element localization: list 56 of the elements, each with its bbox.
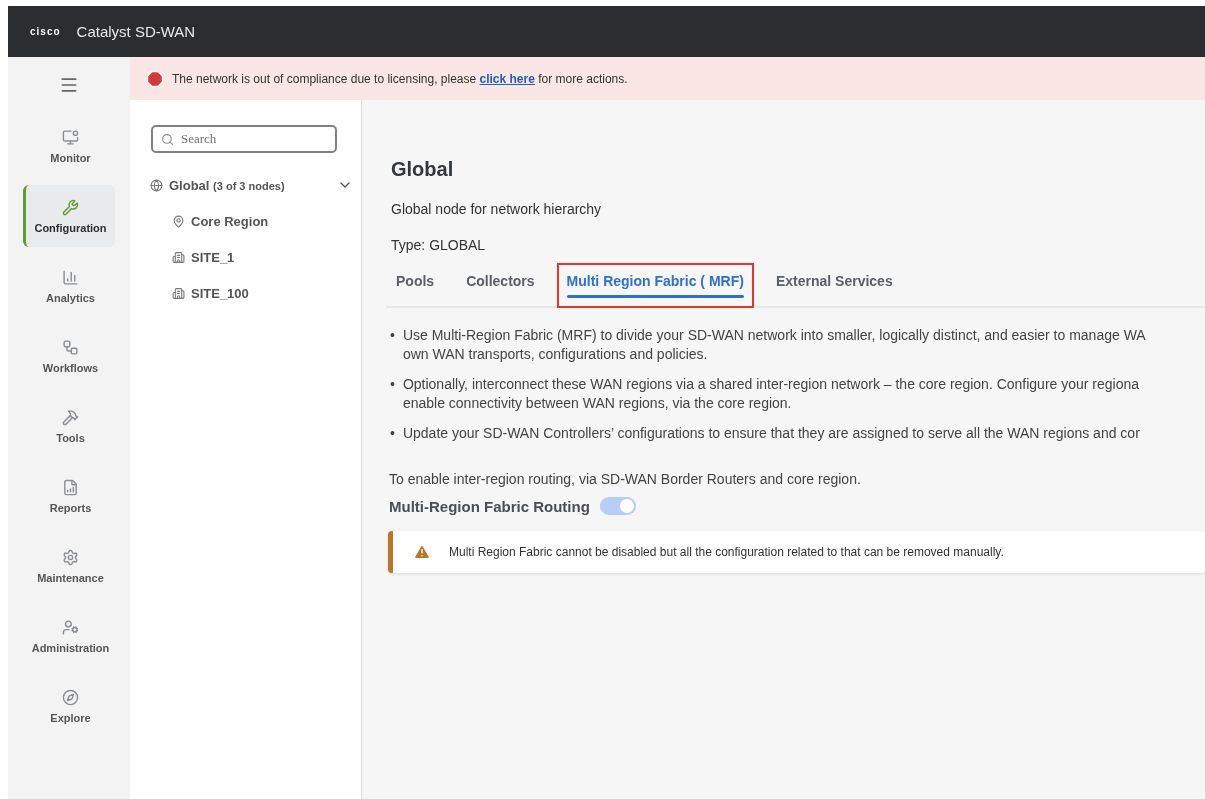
workflow-icon [62,338,79,356]
toggle-switch[interactable] [599,497,636,515]
bar-chart-icon [62,268,79,286]
logo: cisco [30,26,61,37]
tree-item[interactable]: Core Region [130,203,361,239]
nav-item[interactable]: Administration [23,605,115,667]
type-label: Type: GLOBAL [391,237,487,253]
tree-item[interactable]: SITE_1 [130,239,361,275]
nav-item[interactable]: Maintenance [23,535,115,597]
error-icon [146,69,164,88]
description: Global node for network hierarchy [391,201,603,217]
tools-icon [62,408,79,426]
nav-item[interactable]: Tools [23,395,115,457]
nav-item[interactable]: Reports [23,465,115,527]
menu-icon[interactable] [59,75,79,95]
bullet-marker: • [390,375,395,394]
compass-icon [62,688,79,706]
app-title: Catalyst SD-WAN [76,23,196,40]
nav-item[interactable]: Configuration [23,185,115,247]
nav-item[interactable]: Analytics [23,255,115,317]
tab[interactable]: External Services [765,263,903,308]
routing-note: To enable inter-region routing, via SD-WAN Border Routers and core region. [389,471,862,487]
link[interactable]: click here [479,71,535,86]
nav-item[interactable]: Explore [23,675,115,737]
tree-label: SITE_1 [191,249,235,265]
bullet-marker: • [390,424,395,443]
bullet-text: Optionally, interconnect these WAN regions via a shared inter-region network – the core region. Configure your regiona enable connectivity between WAN regions, via the core region. [402,375,1140,413]
tree-item[interactable]: SITE_100 [130,275,361,311]
tree-label: Core Region [191,213,269,229]
search-icon [161,133,174,146]
monitor-icon [62,128,79,146]
tab[interactable]: Multi Region Fabric ( MRF) [556,263,754,308]
banner-text: The network is out of compliance due to licensing, please click here for more actions. [172,71,628,86]
building-icon [172,286,185,300]
wrench-icon [62,198,79,216]
globe-icon [150,178,163,192]
user-gear-icon [62,618,79,636]
toggle-label: Multi-Region Fabric Routing [389,497,590,515]
bullet-text: Use Multi-Region Fabric (MRF) to divide your SD-WAN network into smaller, logically distinct, and easier to manage WA own WAN transports, configurations and policies. [402,326,1146,364]
bullet-text: Update your SD-WAN Controllers’ configurations to ensure that they are assigned to serve all the WAN regions and cor [402,424,1140,443]
map-pin-icon [172,214,185,228]
page-title: Global [391,158,455,181]
bullet-marker: • [390,326,395,345]
tab[interactable]: Collectors [456,263,545,308]
tree-label: SITE_100 [191,285,249,301]
warning-icon [413,543,431,561]
search-field[interactable]: Search [151,125,337,153]
report-icon [62,478,79,496]
warning-text: Multi Region Fabric cannot be disabled but all the configuration related to that can be removed manually. [449,545,1004,559]
nav-item[interactable]: Workflows [23,325,115,387]
tree-label: Global (3 of 3 nodes) [169,177,285,193]
nav-item[interactable]: Monitor [23,115,115,177]
gear-icon [62,548,79,566]
building-icon [172,250,185,264]
tree-item[interactable]: Global (3 of 3 nodes) [130,167,361,203]
tab[interactable]: Pools [386,263,445,308]
